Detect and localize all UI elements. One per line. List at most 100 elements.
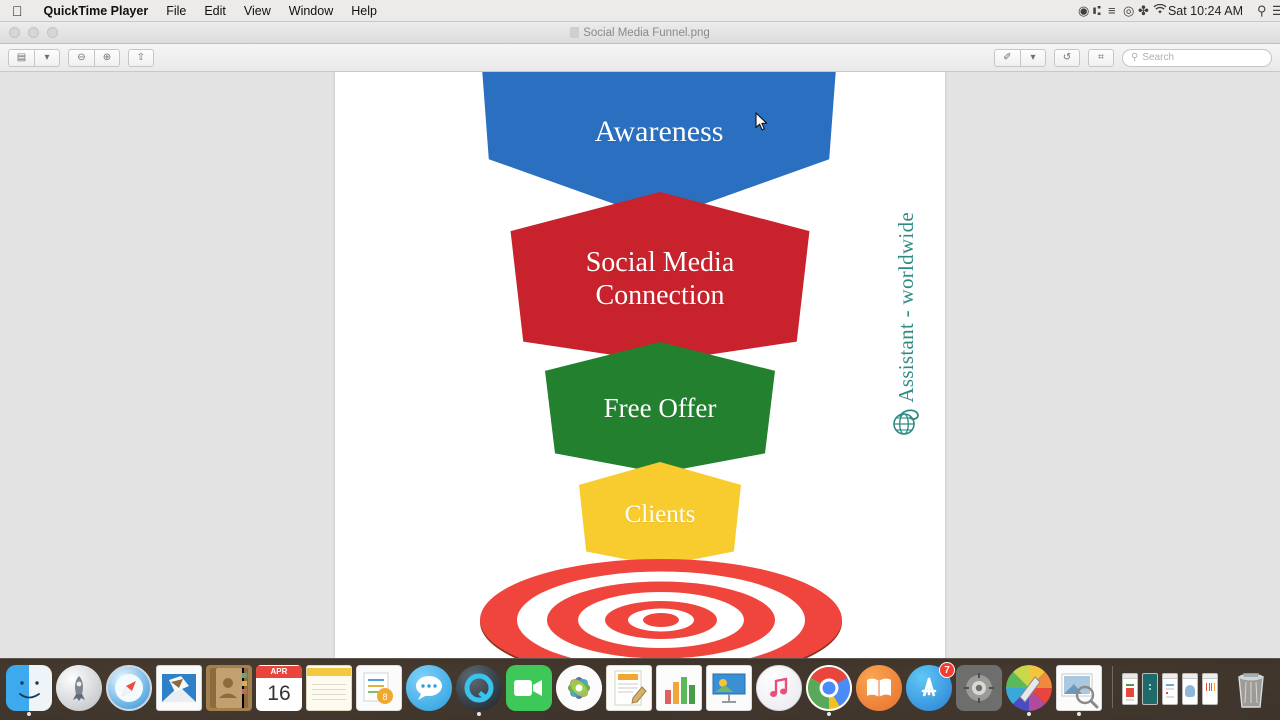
maximize-button[interactable] xyxy=(47,27,58,38)
dock-item-launchpad[interactable] xyxy=(55,665,102,711)
calendar-icon: APR 16 xyxy=(255,665,302,711)
document-icon xyxy=(570,27,580,38)
markup-caret-icon[interactable]: ▾ xyxy=(1020,48,1046,67)
running-indicator xyxy=(26,712,31,716)
minimized-window-1[interactable] xyxy=(1122,673,1139,705)
keynote-icon xyxy=(705,665,752,711)
zoom-in-button[interactable]: ⊕ xyxy=(94,48,120,67)
dock-item-numbers[interactable] xyxy=(655,665,702,711)
calendar-day: 16 xyxy=(267,682,291,705)
dock-item-ibooks[interactable] xyxy=(855,665,902,711)
dock-item-finder[interactable] xyxy=(5,665,52,716)
rotate-button[interactable]: ↺ xyxy=(1054,48,1080,67)
dock-item-quicktime-player[interactable] xyxy=(455,665,502,716)
digital-color-meter-icon xyxy=(1005,665,1052,711)
record-icon[interactable]: ◉ xyxy=(1071,0,1089,22)
minimized-window-5[interactable] xyxy=(1202,673,1219,705)
menu-bar-status-area: ◉ ⑆ ≡ ◎ ✤ Sat 10:24 AM ⚲ ☰ xyxy=(1071,0,1280,22)
messages-icon xyxy=(405,665,452,711)
dock-item-notes[interactable] xyxy=(305,665,352,711)
dock-item-pages[interactable] xyxy=(605,665,652,711)
funnel-image-canvas[interactable]: Awareness Social Media Connection Free O… xyxy=(335,72,945,658)
search-field[interactable]: ⚲ Search xyxy=(1122,48,1272,67)
notes-icon xyxy=(305,665,352,711)
crop-group: ⌗ xyxy=(1088,48,1114,67)
mail-icon xyxy=(155,665,202,711)
menu-item-app-name[interactable]: QuickTime Player xyxy=(35,0,158,22)
dock-item-preview[interactable] xyxy=(1055,665,1102,716)
share-group: ⇧ xyxy=(128,48,154,67)
dock-item-app-store[interactable]: 7 xyxy=(905,662,955,711)
dock-item-system-preferences[interactable] xyxy=(955,665,1002,711)
sidebar-toggle-button[interactable]: ▤ xyxy=(8,48,34,67)
dock-item-mail[interactable] xyxy=(155,665,202,711)
markup-button[interactable]: ✐ xyxy=(994,48,1020,67)
audio-meter-icon[interactable]: ⑆ xyxy=(1086,0,1101,22)
svg-text:8: 8 xyxy=(382,692,387,702)
image-viewer-content: Awareness Social Media Connection Free O… xyxy=(0,72,1280,658)
notification-center-icon[interactable]: ☰ xyxy=(1265,0,1280,22)
app-store-badge: 7 xyxy=(938,662,955,678)
apple-menu-icon[interactable]:  xyxy=(0,4,35,18)
menu-item-window[interactable]: Window xyxy=(280,0,342,22)
menu-item-file[interactable]: File xyxy=(157,0,195,22)
menu-item-edit[interactable]: Edit xyxy=(195,0,235,22)
zoom-out-button[interactable]: ⊖ xyxy=(68,48,94,67)
funnel-segment-free-offer: Free Offer xyxy=(535,342,785,473)
preview-window: Social Media Funnel.png ▤ ▾ ⊖ ⊕ ⇧ ✐ ▾ ↺ … xyxy=(0,22,1280,658)
dock-item-google-chrome[interactable] xyxy=(805,665,852,716)
sidebar-options-caret-icon[interactable]: ▾ xyxy=(34,48,60,67)
menu-item-help[interactable]: Help xyxy=(342,0,386,22)
crop-button[interactable]: ⌗ xyxy=(1088,48,1114,67)
safari-icon xyxy=(105,665,152,711)
markup-group: ✐ ▾ xyxy=(994,48,1046,67)
dock-item-digital-color-meter[interactable] xyxy=(1005,665,1052,716)
dock-item-facetime[interactable] xyxy=(505,665,552,711)
dock: APR 16 8 7 xyxy=(0,658,1280,720)
spotlight-search-icon[interactable]: ⚲ xyxy=(1250,0,1267,22)
share-button[interactable]: ⇧ xyxy=(128,48,154,67)
window-title-bar[interactable]: Social Media Funnel.png xyxy=(0,22,1280,44)
dock-item-messages[interactable] xyxy=(405,665,452,711)
menu-item-view[interactable]: View xyxy=(235,0,280,22)
running-indicator xyxy=(476,712,481,716)
sidebar-toggle-group: ▤ ▾ xyxy=(8,48,60,67)
wifi-icon[interactable] xyxy=(1146,0,1167,22)
window-title: Social Media Funnel.png xyxy=(0,27,1280,39)
watermark-assistant-worldwide: Assistant - worldwide xyxy=(891,212,921,441)
zoom-group: ⊖ ⊕ xyxy=(68,48,120,67)
close-button[interactable] xyxy=(9,27,20,38)
contacts-icon xyxy=(205,665,252,711)
bullseye-center xyxy=(643,612,679,627)
window-title-text: Social Media Funnel.png xyxy=(583,26,710,39)
launchpad-icon xyxy=(55,665,102,711)
airplay-icon[interactable]: ◎ xyxy=(1116,0,1134,22)
dock-item-photos[interactable] xyxy=(555,665,602,711)
facetime-icon xyxy=(505,665,552,711)
dock-item-itunes[interactable] xyxy=(755,665,802,711)
trash-icon xyxy=(1228,665,1274,711)
funnel-segment-social-media-connection: Social Media Connection xyxy=(501,192,819,362)
calendar-month: APR xyxy=(255,666,302,678)
photos-icon xyxy=(555,665,602,711)
menu-bar-clock[interactable]: Sat 10:24 AM xyxy=(1161,0,1250,22)
minimized-window-3[interactable] xyxy=(1162,673,1179,705)
minimized-window-4[interactable] xyxy=(1182,673,1199,705)
itunes-icon xyxy=(755,665,802,711)
dock-item-contacts[interactable] xyxy=(205,665,252,711)
layers-icon[interactable]: ≡ xyxy=(1101,0,1116,22)
funnel-label-clients: Clients xyxy=(624,501,696,529)
funnel-label-free-offer: Free Offer xyxy=(603,392,717,423)
dock-item-calendar[interactable]: APR 16 xyxy=(255,665,302,711)
rotate-group: ↺ xyxy=(1054,48,1080,67)
minimize-button[interactable] xyxy=(28,27,39,38)
quicktime-player-icon xyxy=(455,665,502,711)
finder-icon xyxy=(5,665,52,711)
dock-item-safari[interactable] xyxy=(105,665,152,711)
bluetooth-icon[interactable]: ✤ xyxy=(1131,0,1149,22)
dock-item-trash[interactable] xyxy=(1228,665,1274,711)
minimized-window-2[interactable] xyxy=(1142,673,1159,705)
dock-item-reminders[interactable]: 8 xyxy=(355,665,402,711)
dock-item-keynote[interactable] xyxy=(705,665,752,711)
running-indicator xyxy=(1076,712,1081,716)
